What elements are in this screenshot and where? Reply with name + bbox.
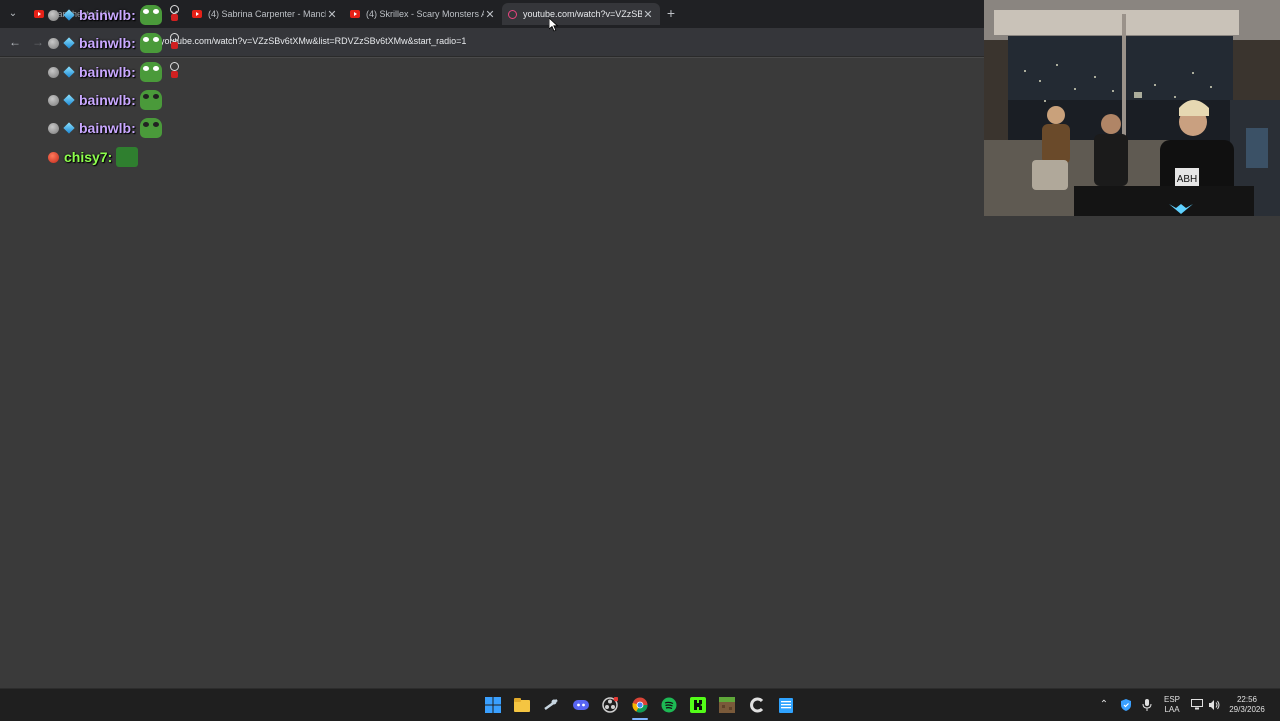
badge-icon xyxy=(48,66,59,78)
pepe-square-emote-icon xyxy=(116,147,139,167)
kick-icon[interactable] xyxy=(688,695,708,715)
tab-list-chevron-icon[interactable]: ⌄ xyxy=(4,6,22,22)
microphone-icon[interactable] xyxy=(1141,699,1153,711)
cube-badge-icon xyxy=(63,66,75,78)
cube-badge-icon xyxy=(63,37,75,49)
chat-username: bainwlb: xyxy=(79,7,136,23)
security-shield-icon[interactable] xyxy=(1120,699,1132,711)
chat-username: bainwlb: xyxy=(79,35,136,51)
stream-chat-overlay: bainwlb: bainwlb: bainwlb: bainwlb: bain… xyxy=(48,4,248,174)
pepe-glasses-emote-icon xyxy=(139,90,162,110)
discord-icon[interactable] xyxy=(571,695,591,715)
chat-message: bainwlb: xyxy=(48,61,180,83)
language-indicator[interactable]: ESP LAA xyxy=(1160,695,1184,715)
badge-icon xyxy=(48,122,59,134)
keyboard-layout: LAA xyxy=(1164,705,1180,714)
obs-icon[interactable] xyxy=(600,695,620,715)
chat-username: bainwlb: xyxy=(79,92,136,108)
tab-active[interactable]: youtube.com/watch?v=VZzSBv ✕ xyxy=(502,3,660,25)
show-hidden-icons-chevron-icon[interactable]: ⌃ xyxy=(1098,699,1110,711)
pepe-emote-icon xyxy=(139,5,162,25)
spotify-icon[interactable] xyxy=(659,695,679,715)
youtube-icon xyxy=(350,10,360,18)
chat-username: bainwlb: xyxy=(79,120,136,136)
network-monitor-icon[interactable] xyxy=(1191,699,1203,711)
webcam-image: ABH xyxy=(984,0,1280,216)
pepe-glasses-emote-icon xyxy=(139,118,162,138)
badge-icon xyxy=(48,9,59,21)
clock-date: 29/3/2026 xyxy=(1229,705,1265,714)
speaker-volume-icon[interactable] xyxy=(1208,699,1220,711)
webcam-feed: ABH xyxy=(984,0,1280,216)
shirt-text: ABH xyxy=(1177,174,1198,185)
steam-icon[interactable] xyxy=(541,695,561,715)
cube-badge-icon xyxy=(63,94,75,106)
close-tab-icon[interactable]: ✕ xyxy=(642,8,654,21)
windows-taskbar: ⌃ ESP LAA 22:56 29/3/2026 xyxy=(0,688,1280,721)
chat-message: bainwlb: xyxy=(48,117,162,139)
youtube-icon xyxy=(34,10,44,18)
badge-icon xyxy=(48,94,59,106)
notepad-icon[interactable] xyxy=(776,695,796,715)
back-arrow-icon[interactable]: ← xyxy=(7,34,23,50)
loading-icon xyxy=(508,9,517,19)
pepe-emote-icon xyxy=(139,33,162,53)
chat-message: chisy7: xyxy=(48,146,139,168)
chrome-icon[interactable] xyxy=(630,695,650,715)
chat-message: bainwlb: xyxy=(48,89,162,111)
cube-badge-icon xyxy=(63,9,75,21)
cube-badge-icon xyxy=(63,122,75,134)
chat-message: bainwlb: xyxy=(48,32,180,54)
mouse-cursor-icon xyxy=(549,18,559,32)
chat-username: chisy7: xyxy=(64,149,113,165)
tab-3[interactable]: (4) Skrillex - Scary Monsters An ✕ xyxy=(344,3,502,25)
windows-start-icon[interactable] xyxy=(483,695,503,715)
close-tab-icon[interactable]: ✕ xyxy=(326,8,338,21)
chat-username: bainwlb: xyxy=(79,64,136,80)
red-badge-icon xyxy=(48,151,59,163)
clock-time: 22:56 xyxy=(1236,695,1258,704)
chat-message: bainwlb: xyxy=(48,4,180,26)
language-code: ESP xyxy=(1163,695,1180,704)
file-explorer-icon[interactable] xyxy=(512,695,532,715)
pepe-emote-icon xyxy=(139,62,162,82)
badge-icon xyxy=(48,37,59,49)
tab-title: youtube.com/watch?v=VZzSBv xyxy=(523,9,642,19)
clock[interactable]: 22:56 29/3/2026 xyxy=(1224,695,1270,715)
minecraft-icon[interactable] xyxy=(717,695,737,715)
forward-arrow-icon[interactable]: → xyxy=(30,34,46,50)
new-tab-plus-icon[interactable]: + xyxy=(664,5,678,21)
tab-title: (4) Skrillex - Scary Monsters An xyxy=(366,9,484,19)
guitar-emote-icon xyxy=(164,62,180,82)
guitar-emote-icon xyxy=(164,5,180,25)
close-tab-icon[interactable]: ✕ xyxy=(484,8,496,21)
ccleaner-icon[interactable] xyxy=(747,695,767,715)
guitar-emote-icon xyxy=(164,33,180,53)
